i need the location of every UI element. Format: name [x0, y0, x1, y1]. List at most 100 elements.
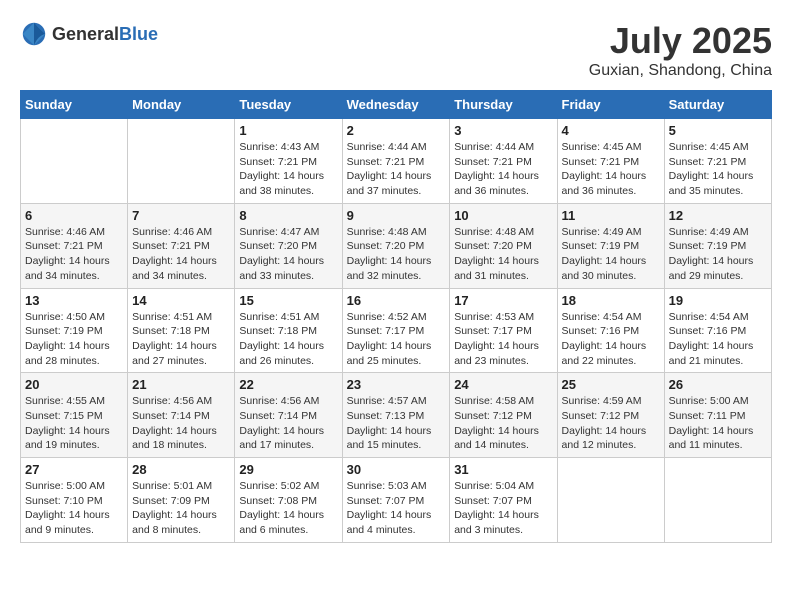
day-cell: [128, 119, 235, 204]
day-cell: 31 Sunrise: 5:04 AMSunset: 7:07 PMDayligh…: [450, 458, 557, 543]
day-detail: Sunrise: 5:01 AMSunset: 7:09 PMDaylight:…: [132, 479, 230, 538]
header-row: SundayMondayTuesdayWednesdayThursdayFrid…: [21, 91, 772, 119]
day-detail: Sunrise: 4:46 AMSunset: 7:21 PMDaylight:…: [132, 225, 230, 284]
day-cell: 15Sunrise: 4:51 AMSunset: 7:18 PMDayligh…: [235, 288, 342, 373]
day-cell: 26 Sunrise: 5:00 AMSunset: 7:11 PMDayligh…: [664, 373, 771, 458]
day-number: 25: [562, 377, 660, 392]
day-number: 13: [25, 293, 123, 308]
day-number: 22: [239, 377, 337, 392]
day-detail: Sunrise: 4:46 AMSunset: 7:21 PMDaylight:…: [25, 225, 123, 284]
day-number: 23: [347, 377, 446, 392]
day-cell: 16 Sunrise: 4:52 AMSunset: 7:17 PMDayligh…: [342, 288, 450, 373]
day-cell: 11Sunrise: 4:49 AMSunset: 7:19 PMDayligh…: [557, 203, 664, 288]
day-number: 27: [25, 462, 123, 477]
week-row-3: 20 Sunrise: 4:55 AMSunset: 7:15 PMDayligh…: [21, 373, 772, 458]
day-number: 24: [454, 377, 552, 392]
day-number: 30: [347, 462, 446, 477]
week-row-2: 13 Sunrise: 4:50 AMSunset: 7:19 PMDayligh…: [21, 288, 772, 373]
day-number: 18: [562, 293, 660, 308]
day-cell: 27 Sunrise: 5:00 AMSunset: 7:10 PMDayligh…: [21, 458, 128, 543]
day-cell: 14 Sunrise: 4:51 AMSunset: 7:18 PMDayligh…: [128, 288, 235, 373]
header-tuesday: Tuesday: [235, 91, 342, 119]
day-number: 31: [454, 462, 552, 477]
day-cell: 1Sunrise: 4:43 AMSunset: 7:21 PMDaylight…: [235, 119, 342, 204]
day-cell: [664, 458, 771, 543]
day-number: 2: [347, 123, 446, 138]
day-cell: 25 Sunrise: 4:59 AMSunset: 7:12 PMDayligh…: [557, 373, 664, 458]
day-detail: Sunrise: 4:44 AMSunset: 7:21 PMDaylight:…: [454, 140, 552, 199]
day-number: 20: [25, 377, 123, 392]
day-detail: Sunrise: 4:51 AMSunset: 7:18 PMDaylight:…: [239, 310, 337, 369]
day-number: 26: [669, 377, 767, 392]
day-cell: 6Sunrise: 4:46 AMSunset: 7:21 PMDaylight…: [21, 203, 128, 288]
day-detail: Sunrise: 4:49 AMSunset: 7:19 PMDaylight:…: [669, 225, 767, 284]
day-detail: Sunrise: 5:00 AMSunset: 7:10 PMDaylight:…: [25, 479, 123, 538]
day-detail: Sunrise: 4:54 AMSunset: 7:16 PMDaylight:…: [669, 310, 767, 369]
day-cell: 2 Sunrise: 4:44 AMSunset: 7:21 PMDaylight…: [342, 119, 450, 204]
week-row-1: 6Sunrise: 4:46 AMSunset: 7:21 PMDaylight…: [21, 203, 772, 288]
day-cell: 24 Sunrise: 4:58 AMSunset: 7:12 PMDayligh…: [450, 373, 557, 458]
day-detail: Sunrise: 4:57 AMSunset: 7:13 PMDaylight:…: [347, 394, 446, 453]
day-number: 19: [669, 293, 767, 308]
day-cell: 19 Sunrise: 4:54 AMSunset: 7:16 PMDayligh…: [664, 288, 771, 373]
day-number: 29: [239, 462, 337, 477]
header-wednesday: Wednesday: [342, 91, 450, 119]
day-detail: Sunrise: 5:04 AMSunset: 7:07 PMDaylight:…: [454, 479, 552, 538]
day-detail: Sunrise: 4:51 AMSunset: 7:18 PMDaylight:…: [132, 310, 230, 369]
day-cell: [557, 458, 664, 543]
day-detail: Sunrise: 4:45 AMSunset: 7:21 PMDaylight:…: [669, 140, 767, 199]
day-number: 8: [239, 208, 337, 223]
day-detail: Sunrise: 4:44 AMSunset: 7:21 PMDaylight:…: [347, 140, 446, 199]
day-cell: 21 Sunrise: 4:56 AMSunset: 7:14 PMDayligh…: [128, 373, 235, 458]
day-cell: 23 Sunrise: 4:57 AMSunset: 7:13 PMDayligh…: [342, 373, 450, 458]
day-detail: Sunrise: 5:02 AMSunset: 7:08 PMDaylight:…: [239, 479, 337, 538]
day-cell: 8 Sunrise: 4:47 AMSunset: 7:20 PMDaylight…: [235, 203, 342, 288]
day-detail: Sunrise: 4:56 AMSunset: 7:14 PMDaylight:…: [239, 394, 337, 453]
day-cell: 17Sunrise: 4:53 AMSunset: 7:17 PMDayligh…: [450, 288, 557, 373]
title-area: July 2025 Guxian, Shandong, China: [589, 20, 772, 80]
day-number: 21: [132, 377, 230, 392]
day-detail: Sunrise: 4:55 AMSunset: 7:15 PMDaylight:…: [25, 394, 123, 453]
day-number: 16: [347, 293, 446, 308]
day-number: 10: [454, 208, 552, 223]
logo-text: GeneralBlue: [52, 24, 158, 45]
day-detail: Sunrise: 4:53 AMSunset: 7:17 PMDaylight:…: [454, 310, 552, 369]
day-detail: Sunrise: 5:00 AMSunset: 7:11 PMDaylight:…: [669, 394, 767, 453]
day-number: 7: [132, 208, 230, 223]
day-cell: 12 Sunrise: 4:49 AMSunset: 7:19 PMDayligh…: [664, 203, 771, 288]
day-detail: Sunrise: 4:52 AMSunset: 7:17 PMDaylight:…: [347, 310, 446, 369]
day-number: 12: [669, 208, 767, 223]
day-cell: 28Sunrise: 5:01 AMSunset: 7:09 PMDayligh…: [128, 458, 235, 543]
day-detail: Sunrise: 4:56 AMSunset: 7:14 PMDaylight:…: [132, 394, 230, 453]
day-cell: [21, 119, 128, 204]
day-cell: 4 Sunrise: 4:45 AMSunset: 7:21 PMDaylight…: [557, 119, 664, 204]
day-detail: Sunrise: 4:45 AMSunset: 7:21 PMDaylight:…: [562, 140, 660, 199]
day-detail: Sunrise: 4:47 AMSunset: 7:20 PMDaylight:…: [239, 225, 337, 284]
day-cell: 9 Sunrise: 4:48 AMSunset: 7:20 PMDaylight…: [342, 203, 450, 288]
day-detail: Sunrise: 4:58 AMSunset: 7:12 PMDaylight:…: [454, 394, 552, 453]
day-cell: 10Sunrise: 4:48 AMSunset: 7:20 PMDayligh…: [450, 203, 557, 288]
day-detail: Sunrise: 5:03 AMSunset: 7:07 PMDaylight:…: [347, 479, 446, 538]
day-number: 14: [132, 293, 230, 308]
day-detail: Sunrise: 4:59 AMSunset: 7:12 PMDaylight:…: [562, 394, 660, 453]
day-cell: 30 Sunrise: 5:03 AMSunset: 7:07 PMDayligh…: [342, 458, 450, 543]
day-cell: 3Sunrise: 4:44 AMSunset: 7:21 PMDaylight…: [450, 119, 557, 204]
day-cell: 13 Sunrise: 4:50 AMSunset: 7:19 PMDayligh…: [21, 288, 128, 373]
header-friday: Friday: [557, 91, 664, 119]
day-number: 9: [347, 208, 446, 223]
calendar-table: SundayMondayTuesdayWednesdayThursdayFrid…: [20, 90, 772, 543]
day-cell: 18 Sunrise: 4:54 AMSunset: 7:16 PMDayligh…: [557, 288, 664, 373]
month-title: July 2025: [589, 20, 772, 62]
day-number: 11: [562, 208, 660, 223]
header-thursday: Thursday: [450, 91, 557, 119]
day-detail: Sunrise: 4:50 AMSunset: 7:19 PMDaylight:…: [25, 310, 123, 369]
day-detail: Sunrise: 4:48 AMSunset: 7:20 PMDaylight:…: [347, 225, 446, 284]
logo: GeneralBlue: [20, 20, 158, 48]
location: Guxian, Shandong, China: [589, 62, 772, 80]
week-row-4: 27 Sunrise: 5:00 AMSunset: 7:10 PMDayligh…: [21, 458, 772, 543]
page-header: GeneralBlue July 2025 Guxian, Shandong, …: [20, 20, 772, 80]
header-saturday: Saturday: [664, 91, 771, 119]
day-detail: Sunrise: 4:54 AMSunset: 7:16 PMDaylight:…: [562, 310, 660, 369]
day-number: 4: [562, 123, 660, 138]
day-detail: Sunrise: 4:43 AMSunset: 7:21 PMDaylight:…: [239, 140, 337, 199]
